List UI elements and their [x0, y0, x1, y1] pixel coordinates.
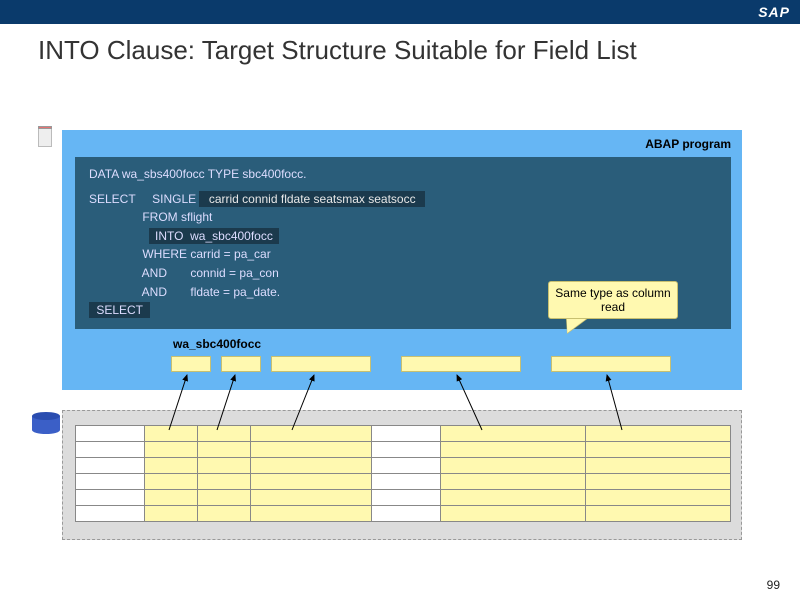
- into-target-highlight: INTO wa_sbc400focc: [149, 228, 279, 244]
- wa-field: [271, 356, 371, 372]
- database-table-area: [62, 410, 742, 540]
- database-icon: [32, 412, 60, 436]
- code-line: INTO wa_sbc400focc: [89, 227, 717, 246]
- page-title: INTO Clause: Target Structure Suitable f…: [0, 24, 800, 71]
- abap-program-box: ABAP program DATA wa_sbs400focc TYPE sbc…: [62, 130, 742, 390]
- annotation-bubble: Same type as column read: [548, 281, 678, 319]
- diagram-stage: ABAP program DATA wa_sbs400focc TYPE sbc…: [38, 120, 762, 550]
- app-server-icon: [38, 126, 52, 150]
- table-row: [76, 426, 731, 442]
- database-table: [75, 425, 731, 522]
- wa-field: [401, 356, 521, 372]
- table-row: [76, 474, 731, 490]
- top-bar: SAP: [0, 0, 800, 24]
- abap-program-label: ABAP program: [645, 137, 731, 151]
- endselect-highlight: SELECT: [89, 302, 150, 318]
- code-line: AND connid = pa_con: [89, 264, 717, 283]
- wa-field: [221, 356, 261, 372]
- wa-field: [171, 356, 211, 372]
- wa-field: [551, 356, 671, 372]
- page-number: 99: [767, 578, 780, 592]
- code-line: FROM sflight: [89, 208, 717, 227]
- code-line: SELECT SINGLE carrid connid fldate seats…: [89, 190, 717, 209]
- table-row: [76, 490, 731, 506]
- work-area-label: wa_sbc400focc: [173, 337, 261, 351]
- table-row: [76, 506, 731, 522]
- table-row: [76, 458, 731, 474]
- code-line: WHERE carrid = pa_car: [89, 245, 717, 264]
- code-line: DATA wa_sbs400focc TYPE sbc400focc.: [89, 165, 717, 184]
- table-row: [76, 442, 731, 458]
- field-list-highlight: carrid connid fldate seatsmax seatsocc: [199, 191, 424, 207]
- sap-logo: SAP: [758, 4, 790, 20]
